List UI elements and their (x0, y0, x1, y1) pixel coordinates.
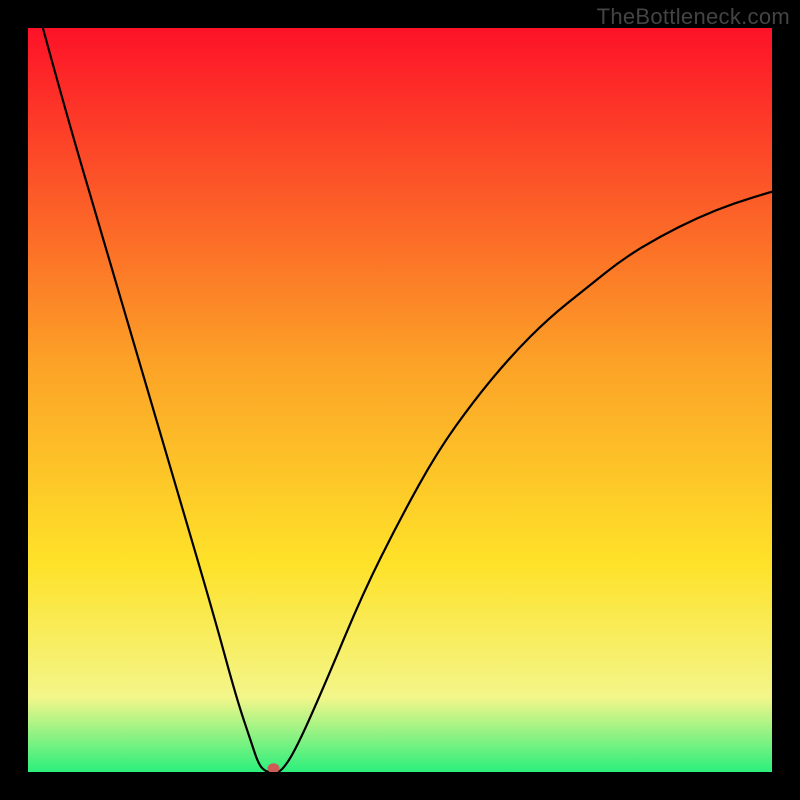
watermark-text: TheBottleneck.com (597, 4, 790, 30)
gradient-background (28, 28, 772, 772)
chart-svg (28, 28, 772, 772)
chart-frame: TheBottleneck.com (0, 0, 800, 800)
plot-area (28, 28, 772, 772)
